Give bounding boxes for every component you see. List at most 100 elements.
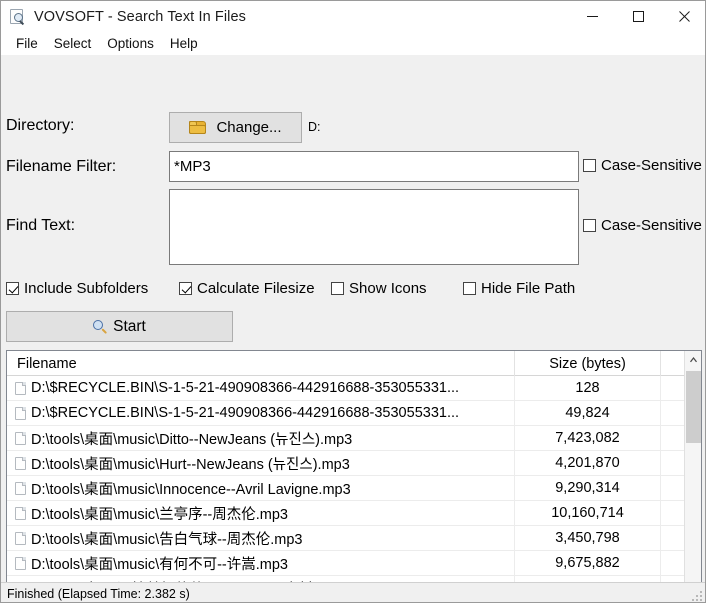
filename-case-sensitive-checkbox[interactable]: Case-Sensitive xyxy=(583,157,702,174)
table-row[interactable]: D:\$RECYCLE.BIN\S-1-5-21-490908366-44291… xyxy=(7,401,701,426)
filename-text: D:\$RECYCLE.BIN\S-1-5-21-490908366-44291… xyxy=(31,380,460,396)
file-icon xyxy=(15,481,26,495)
menu-item-select[interactable]: Select xyxy=(46,34,100,53)
magnifier-icon xyxy=(93,319,107,335)
file-icon xyxy=(15,531,26,545)
title-bar: VOVSOFT - Search Text In Files xyxy=(1,1,705,32)
cell-size: 49,824 xyxy=(515,401,661,425)
results-rows: D:\$RECYCLE.BIN\S-1-5-21-490908366-44291… xyxy=(7,376,701,595)
cell-filler xyxy=(661,476,685,500)
file-icon xyxy=(15,406,26,420)
cell-filename: D:\tools\桌面\music\Hurt--NewJeans (뉴진스).m… xyxy=(7,451,515,475)
file-icon xyxy=(15,431,26,445)
cell-size: 9,290,314 xyxy=(515,476,661,500)
include-subfolders-checkbox[interactable]: Include Subfolders xyxy=(6,280,148,297)
filename-filter-input[interactable] xyxy=(169,151,579,182)
table-row[interactable]: D:\tools\桌面\music\有何不可--许嵩.mp3 9,675,882 xyxy=(7,551,701,576)
cell-filler xyxy=(661,401,685,425)
results-list: Filename Size (bytes) D:\$RECYCLE.BIN\S-… xyxy=(6,350,702,596)
file-icon xyxy=(15,456,26,470)
menu-bar: File Select Options Help xyxy=(1,32,705,55)
checkbox-box xyxy=(583,159,596,172)
cell-filename: D:\$RECYCLE.BIN\S-1-5-21-490908366-44291… xyxy=(7,376,515,400)
cell-size: 10,160,714 xyxy=(515,501,661,525)
window-title: VOVSOFT - Search Text In Files xyxy=(34,8,246,25)
cell-size: 7,423,082 xyxy=(515,426,661,450)
start-button-label: Start xyxy=(113,317,146,335)
resize-grip-icon[interactable] xyxy=(690,589,702,601)
cell-filename: D:\tools\桌面\music\告白气球--周杰伦.mp3 xyxy=(7,526,515,550)
cell-filler xyxy=(661,551,685,575)
checkbox-box xyxy=(331,282,344,295)
cell-filler xyxy=(661,451,685,475)
filename-text: D:\tools\桌面\music\Ditto--NewJeans (뉴진스).… xyxy=(31,431,353,448)
filename-text: D:\tools\桌面\music\Innocence--Avril Lavig… xyxy=(31,481,351,498)
calculate-filesize-checkbox[interactable]: Calculate Filesize xyxy=(179,280,315,297)
results-scrollbar[interactable] xyxy=(684,351,701,595)
cell-filler xyxy=(661,501,685,525)
folder-icon xyxy=(189,121,207,134)
menu-item-file[interactable]: File xyxy=(8,34,46,53)
window-controls xyxy=(569,1,705,32)
find-text-input[interactable] xyxy=(169,189,579,265)
checkbox-box xyxy=(6,282,19,295)
findtext-case-sensitive-label: Case-Sensitive xyxy=(601,217,702,234)
cell-size: 4,201,870 xyxy=(515,451,661,475)
show-icons-checkbox[interactable]: Show Icons xyxy=(331,280,427,297)
findtext-case-sensitive-checkbox[interactable]: Case-Sensitive xyxy=(583,217,702,234)
cell-filename: D:\tools\桌面\music\Ditto--NewJeans (뉴진스).… xyxy=(7,426,515,450)
cell-filename: D:\tools\桌面\music\有何不可--许嵩.mp3 xyxy=(7,551,515,575)
table-row[interactable]: D:\tools\桌面\music\告白气球--周杰伦.mp3 3,450,798 xyxy=(7,526,701,551)
hide-file-path-checkbox[interactable]: Hide File Path xyxy=(463,280,575,297)
find-text-label: Find Text: xyxy=(6,217,76,234)
cell-size: 128 xyxy=(515,376,661,400)
menu-item-help[interactable]: Help xyxy=(162,34,206,53)
cell-filename: D:\tools\桌面\music\兰亭序--周杰伦.mp3 xyxy=(7,501,515,525)
status-bar: Finished (Elapsed Time: 2.382 s) xyxy=(1,582,705,602)
filename-filter-label: Filename Filter: xyxy=(6,158,117,175)
calculate-filesize-label: Calculate Filesize xyxy=(197,280,315,297)
results-header: Filename Size (bytes) xyxy=(7,351,701,376)
table-row[interactable]: D:\tools\桌面\music\Innocence--Avril Lavig… xyxy=(7,476,701,501)
scrollbar-thumb[interactable] xyxy=(686,371,701,443)
file-icon xyxy=(15,556,26,570)
maximize-icon[interactable] xyxy=(615,1,661,32)
status-text: Finished (Elapsed Time: 2.382 s) xyxy=(7,586,190,601)
change-directory-label: Change... xyxy=(216,119,282,136)
column-header-size[interactable]: Size (bytes) xyxy=(515,351,661,376)
menu-item-options[interactable]: Options xyxy=(99,34,162,53)
filename-text: D:\tools\桌面\music\告白气球--周杰伦.mp3 xyxy=(31,531,303,548)
show-icons-label: Show Icons xyxy=(349,280,427,297)
checkbox-box xyxy=(463,282,476,295)
directory-label: Directory: xyxy=(6,117,75,134)
column-header-filler xyxy=(661,351,685,376)
file-icon xyxy=(15,381,26,395)
table-row[interactable]: D:\tools\桌面\music\Ditto--NewJeans (뉴진스).… xyxy=(7,426,701,451)
checkbox-box xyxy=(583,219,596,232)
table-row[interactable]: D:\$RECYCLE.BIN\S-1-5-21-490908366-44291… xyxy=(7,376,701,401)
minimize-icon[interactable] xyxy=(569,1,615,32)
cell-filename: D:\tools\桌面\music\Innocence--Avril Lavig… xyxy=(7,476,515,500)
cell-filename: D:\$RECYCLE.BIN\S-1-5-21-490908366-44291… xyxy=(7,401,515,425)
scroll-up-icon[interactable] xyxy=(685,351,701,368)
hide-file-path-label: Hide File Path xyxy=(481,280,576,297)
filename-text: D:\tools\桌面\music\有何不可--许嵩.mp3 xyxy=(31,556,288,573)
cell-size: 3,450,798 xyxy=(515,526,661,550)
cell-filler xyxy=(661,376,685,400)
directory-value: D: xyxy=(308,120,321,134)
start-button[interactable]: Start xyxy=(6,311,233,342)
cell-filler xyxy=(661,526,685,550)
table-row[interactable]: D:\tools\桌面\music\兰亭序--周杰伦.mp3 10,160,714 xyxy=(7,501,701,526)
table-row[interactable]: D:\tools\桌面\music\Hurt--NewJeans (뉴진스).m… xyxy=(7,451,701,476)
application-window: VOVSOFT - Search Text In Files File Sele… xyxy=(0,0,706,603)
filename-text: D:\tools\桌面\music\Hurt--NewJeans (뉴진스).m… xyxy=(31,456,350,473)
search-document-icon xyxy=(9,8,25,25)
include-subfolders-label: Include Subfolders xyxy=(24,280,149,297)
cell-size: 9,675,882 xyxy=(515,551,661,575)
client-area: Directory: Change... D: Filename Filter:… xyxy=(1,55,705,602)
change-directory-button[interactable]: Change... xyxy=(169,112,302,143)
filename-text: D:\$RECYCLE.BIN\S-1-5-21-490908366-44291… xyxy=(31,405,460,421)
close-icon[interactable] xyxy=(661,1,705,32)
column-header-filename[interactable]: Filename xyxy=(7,351,515,376)
file-icon xyxy=(15,506,26,520)
